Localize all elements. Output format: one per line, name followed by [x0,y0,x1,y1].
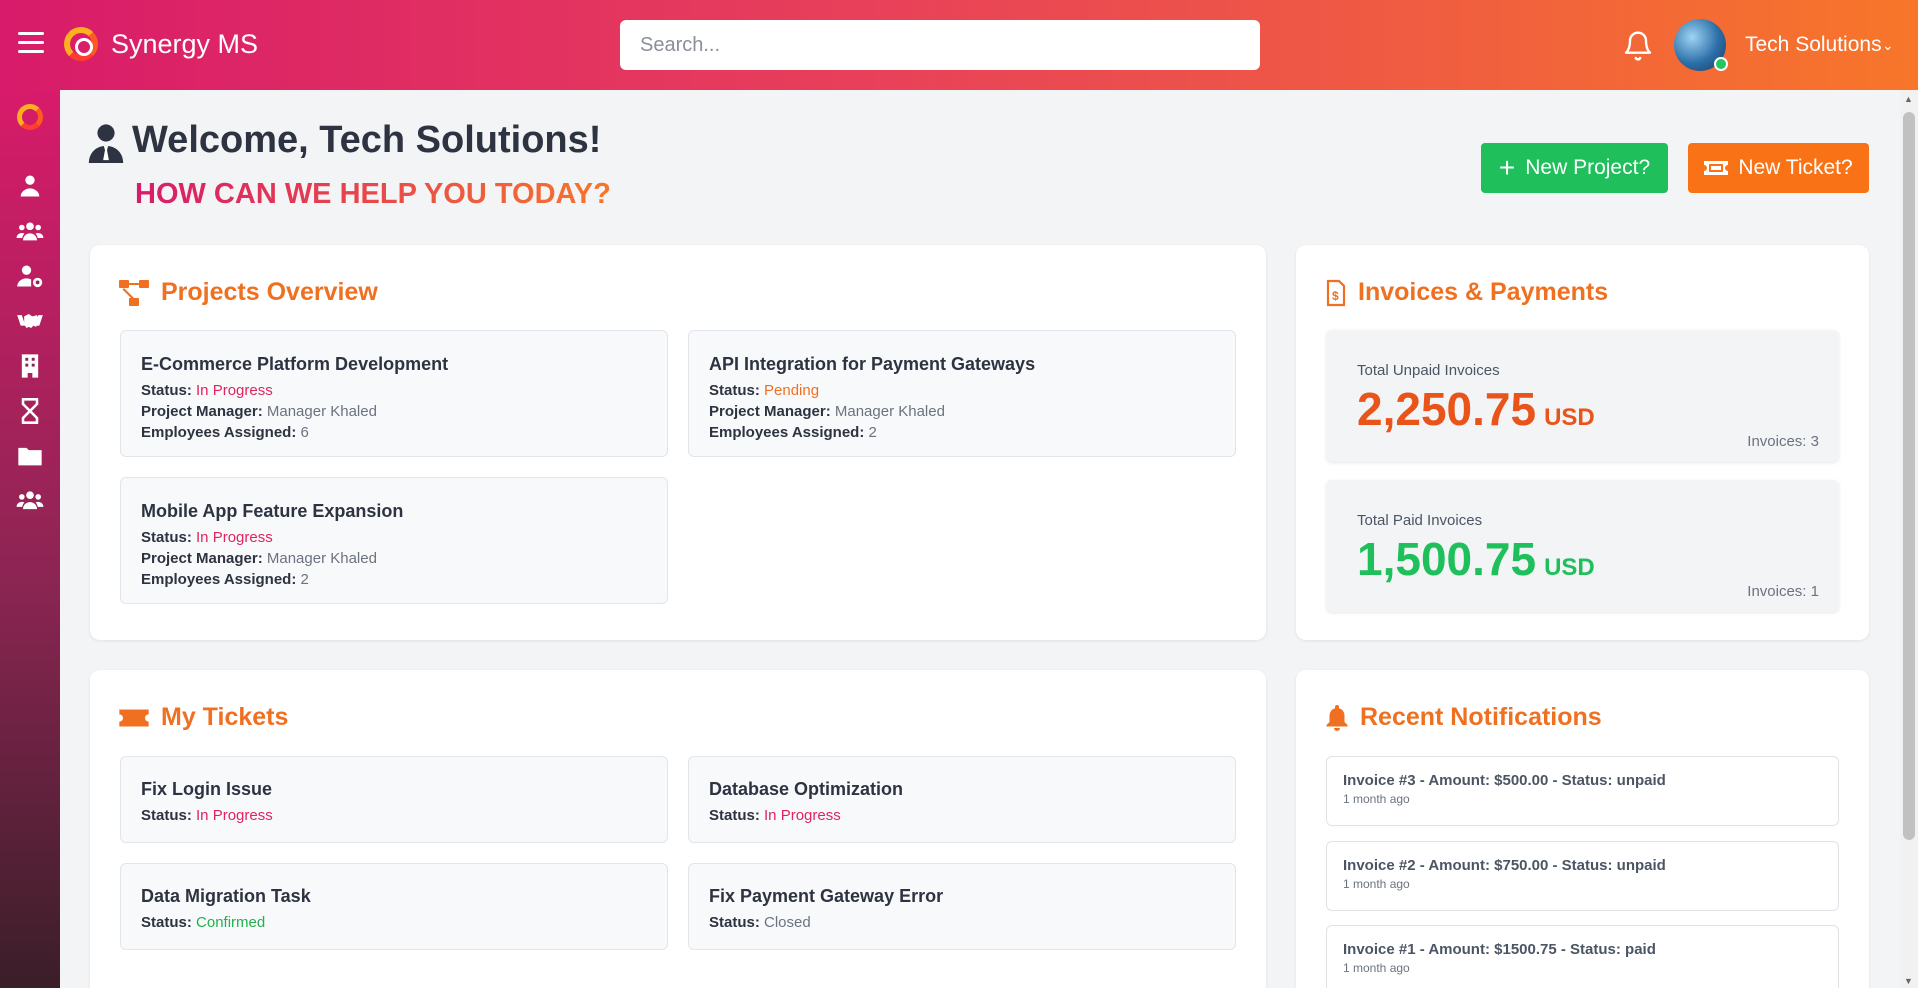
search-input[interactable] [620,20,1260,70]
users-icon[interactable] [16,217,44,245]
user-settings-icon[interactable] [16,262,44,290]
notification-item[interactable]: Invoice #2 - Amount: $750.00 - Status: u… [1326,841,1839,911]
project-status: In Progress [196,382,273,399]
project-manager: Manager Khaled [834,403,945,420]
ticket-card[interactable]: Database Optimization Status: In Progres… [688,756,1236,843]
paid-invoices-label: Total Paid Invoices [1357,512,1483,529]
ticket-name: Fix Payment Gateway Error [709,886,944,906]
ticket-name: Database Optimization [709,779,904,799]
project-manager: Manager Khaled [266,550,377,567]
unpaid-invoices-count: Invoices: 3 [1747,433,1819,450]
user-tie-icon [88,124,124,163]
svg-text:$: $ [1332,289,1339,303]
ticket-icon [119,708,149,727]
user-icon[interactable] [16,172,44,200]
paid-invoices-amount: 1,500.75 USD [1357,533,1595,585]
paid-invoices-count: Invoices: 1 [1747,583,1819,600]
notification-bell-icon[interactable] [1622,30,1654,62]
team-icon[interactable] [16,487,44,515]
project-name: E-Commerce Platform Development [141,354,449,374]
project-diagram-icon [119,279,149,306]
notification-time: 1 month ago [1343,877,1410,891]
project-card[interactable]: Mobile App Feature Expansion Status: In … [120,477,668,604]
bell-icon [1326,704,1348,731]
project-employees: 2 [868,424,877,441]
scrollbar-thumb[interactable] [1903,112,1915,840]
notification-text: Invoice #3 - Amount: $500.00 - Status: u… [1343,772,1666,789]
project-name: Mobile App Feature Expansion [141,501,404,521]
invoice-icon: $ [1326,279,1346,306]
ticket-name: Fix Login Issue [141,779,273,799]
project-name: API Integration for Payment Gateways [709,354,1036,374]
building-icon[interactable] [16,352,44,380]
handshake-icon[interactable] [16,307,44,335]
hourglass-icon[interactable] [16,397,44,425]
top-bar: Synergy MS Tech Solutions ⌄ [0,0,1918,90]
notifications-title: Recent Notifications [1326,703,1602,732]
notification-text: Invoice #2 - Amount: $750.00 - Status: u… [1343,857,1666,874]
brand-name: Synergy MS [111,29,259,59]
project-status: Pending [764,382,820,399]
paid-invoices-box[interactable]: Total Paid Invoices 1,500.75 USD Invoices… [1326,480,1839,612]
plus-icon: + [1498,152,1516,183]
new-ticket-label: New Ticket? [1738,156,1853,179]
hamburger-menu-icon[interactable] [18,32,44,54]
sidebar [0,90,60,988]
notification-time: 1 month ago [1343,961,1410,975]
avatar[interactable] [1674,19,1728,71]
ticket-name: Data Migration Task [141,886,311,906]
scroll-down-arrow-icon[interactable]: ▼ [1904,976,1913,986]
project-card[interactable]: E-Commerce Platform Development Status: … [120,330,668,457]
ticket-status: Confirmed [196,914,266,931]
project-manager: Manager Khaled [266,403,377,420]
project-card[interactable]: API Integration for Payment Gateways Sta… [688,330,1236,457]
notification-time: 1 month ago [1343,792,1410,806]
ticket-status: In Progress [764,807,841,824]
page-subtitle: HOW CAN WE HELP YOU TODAY? [135,178,611,210]
project-employees: 6 [300,424,309,441]
vertical-scrollbar[interactable]: ▲ ▼ [1900,90,1918,988]
ticket-card[interactable]: Data Migration Task Status: Confirmed [120,863,668,950]
scroll-up-arrow-icon[interactable]: ▲ [1904,94,1913,104]
user-menu-name[interactable]: Tech Solutions [1745,33,1882,57]
ticket-status: In Progress [196,807,273,824]
notification-item[interactable]: Invoice #3 - Amount: $500.00 - Status: u… [1326,756,1839,826]
ticket-card[interactable]: Fix Payment Gateway Error Status: Closed [688,863,1236,950]
ticket-card[interactable]: Fix Login Issue Status: In Progress [120,756,668,843]
page-title: Welcome, Tech Solutions! [132,119,602,161]
project-employees: 2 [300,571,309,588]
invoices-title: $ Invoices & Payments [1326,278,1608,307]
unpaid-invoices-label: Total Unpaid Invoices [1357,362,1500,379]
brand-logo-icon [64,27,98,61]
ticket-status: Closed [764,914,811,931]
online-status-dot [1714,57,1728,71]
notification-item[interactable]: Invoice #1 - Amount: $1500.75 - Status: … [1326,925,1839,988]
new-project-label: New Project? [1525,156,1651,179]
new-ticket-button[interactable]: New Ticket? [1688,143,1869,193]
chevron-down-icon[interactable]: ⌄ [1882,37,1894,54]
logo-icon[interactable] [17,104,43,130]
notification-text: Invoice #1 - Amount: $1500.75 - Status: … [1343,941,1656,958]
my-tickets-title: My Tickets [119,703,288,732]
new-project-button[interactable]: + New Project? [1481,143,1668,193]
project-status: In Progress [196,529,273,546]
folder-icon[interactable] [16,442,44,470]
projects-overview-title: Projects Overview [119,278,378,307]
ticket-icon [1704,161,1729,175]
unpaid-invoices-box[interactable]: Total Unpaid Invoices 2,250.75 USD Invoic… [1326,330,1839,462]
unpaid-invoices-amount: 2,250.75 USD [1357,383,1595,435]
